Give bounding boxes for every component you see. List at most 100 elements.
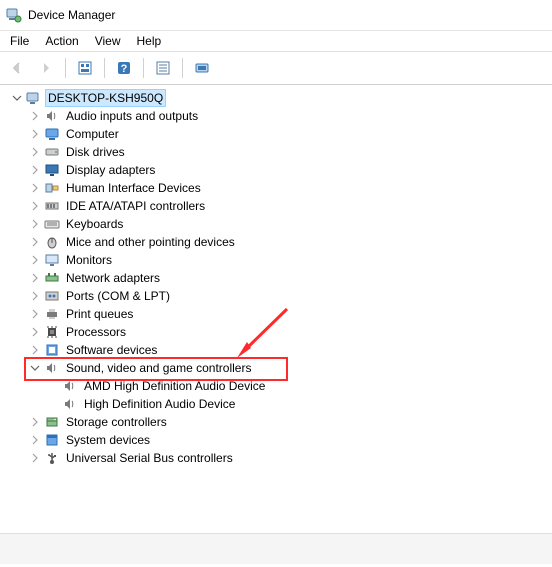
system-icon — [44, 432, 60, 448]
tree-node-label: Disk drives — [63, 143, 128, 161]
app-icon — [6, 7, 22, 23]
chevron-right-icon[interactable] — [28, 129, 42, 139]
tree-category[interactable]: Audio inputs and outputs — [2, 107, 550, 125]
chevron-right-icon[interactable] — [28, 291, 42, 301]
chevron-right-icon[interactable] — [28, 165, 42, 175]
properties-button[interactable] — [150, 55, 176, 81]
storage-icon — [44, 414, 60, 430]
tree-category[interactable]: Ports (COM & LPT) — [2, 287, 550, 305]
tree-category[interactable]: Monitors — [2, 251, 550, 269]
chevron-right-icon[interactable] — [28, 417, 42, 427]
chevron-right-icon[interactable] — [28, 435, 42, 445]
chevron-right-icon[interactable] — [28, 345, 42, 355]
chevron-down-icon[interactable] — [28, 363, 42, 373]
tree-node-label: Audio inputs and outputs — [63, 107, 201, 125]
cpu-icon — [44, 324, 60, 340]
speaker-icon — [62, 378, 78, 394]
port-icon — [44, 288, 60, 304]
tree-category[interactable]: Processors — [2, 323, 550, 341]
toolbar-divider — [65, 58, 66, 78]
tree-device[interactable]: AMD High Definition Audio Device — [2, 377, 550, 395]
help-button[interactable]: ? — [111, 55, 137, 81]
toolbar-divider — [143, 58, 144, 78]
tree-device[interactable]: High Definition Audio Device — [2, 395, 550, 413]
tree-category[interactable]: Computer — [2, 125, 550, 143]
tree-category[interactable]: Keyboards — [2, 215, 550, 233]
tree-node-label: Network adapters — [63, 269, 163, 287]
tree-category[interactable]: Storage controllers — [2, 413, 550, 431]
status-bar — [0, 533, 552, 564]
speaker-icon — [44, 108, 60, 124]
tree-root[interactable]: DESKTOP-KSH950Q — [2, 89, 550, 107]
speaker-icon — [62, 396, 78, 412]
tree-node-label: Mice and other pointing devices — [63, 233, 238, 251]
device-manager-window: Device Manager File Action View Help ? — [0, 0, 552, 564]
chevron-right-icon[interactable] — [28, 453, 42, 463]
tree-node-label: Ports (COM & LPT) — [63, 287, 173, 305]
chevron-right-icon[interactable] — [28, 111, 42, 121]
chevron-right-icon[interactable] — [28, 309, 42, 319]
chevron-down-icon[interactable] — [10, 93, 24, 103]
tree-category[interactable]: IDE ATA/ATAPI controllers — [2, 197, 550, 215]
ide-icon — [44, 198, 60, 214]
tree-category[interactable]: Network adapters — [2, 269, 550, 287]
software-icon — [44, 342, 60, 358]
title-bar: Device Manager — [0, 0, 552, 31]
menu-action[interactable]: Action — [37, 32, 86, 50]
chevron-right-icon[interactable] — [28, 201, 42, 211]
chevron-right-icon[interactable] — [28, 237, 42, 247]
tree-node-label: Human Interface Devices — [63, 179, 204, 197]
tree-category[interactable]: System devices — [2, 431, 550, 449]
chevron-right-icon[interactable] — [28, 147, 42, 157]
menu-bar: File Action View Help — [0, 31, 552, 51]
chevron-right-icon[interactable] — [28, 183, 42, 193]
network-icon — [44, 270, 60, 286]
tree-category[interactable]: Human Interface Devices — [2, 179, 550, 197]
usb-icon — [44, 450, 60, 466]
tree-category[interactable]: Display adapters — [2, 161, 550, 179]
tree-node-label: Computer — [63, 125, 122, 143]
chevron-right-icon[interactable] — [28, 327, 42, 337]
menu-help[interactable]: Help — [129, 32, 170, 50]
display-icon — [44, 162, 60, 178]
chevron-right-icon[interactable] — [28, 255, 42, 265]
monitor-icon — [44, 252, 60, 268]
tree-node-label: Monitors — [63, 251, 115, 269]
tree-node-label: Keyboards — [63, 215, 126, 233]
svg-text:?: ? — [121, 63, 128, 75]
chevron-right-icon[interactable] — [28, 273, 42, 283]
disk-icon — [44, 144, 60, 160]
menu-file[interactable]: File — [2, 32, 37, 50]
forward-button[interactable] — [33, 55, 59, 81]
scan-button[interactable] — [189, 55, 215, 81]
printer-icon — [44, 306, 60, 322]
back-button[interactable] — [4, 55, 30, 81]
tree-node-label: Processors — [63, 323, 129, 341]
toolbar-divider — [104, 58, 105, 78]
mouse-icon — [44, 234, 60, 250]
tree-category[interactable]: Disk drives — [2, 143, 550, 161]
tree-node-label: Print queues — [63, 305, 136, 323]
hid-icon — [44, 180, 60, 196]
tree-node-label: Software devices — [63, 341, 160, 359]
computer-root-icon — [26, 90, 42, 106]
tree-category[interactable]: Mice and other pointing devices — [2, 233, 550, 251]
tree-node-label: System devices — [63, 431, 153, 449]
tree-category[interactable]: Print queues — [2, 305, 550, 323]
tree-node-label: Storage controllers — [63, 413, 170, 431]
tree-category[interactable]: Sound, video and game controllers — [2, 359, 550, 377]
keyboard-icon — [44, 216, 60, 232]
tree-node-label: AMD High Definition Audio Device — [81, 377, 268, 395]
chevron-right-icon[interactable] — [28, 219, 42, 229]
speaker-icon — [44, 360, 60, 376]
tree-node-label: Display adapters — [63, 161, 158, 179]
menu-view[interactable]: View — [87, 32, 129, 50]
show-hidden-button[interactable] — [72, 55, 98, 81]
toolbar: ? — [0, 52, 552, 85]
tree-category[interactable]: Software devices — [2, 341, 550, 359]
tree-node-label: IDE ATA/ATAPI controllers — [63, 197, 208, 215]
device-tree[interactable]: DESKTOP-KSH950QAudio inputs and outputsC… — [0, 85, 552, 523]
tree-category[interactable]: Universal Serial Bus controllers — [2, 449, 550, 467]
tree-node-label: High Definition Audio Device — [81, 395, 238, 413]
toolbar-divider — [182, 58, 183, 78]
